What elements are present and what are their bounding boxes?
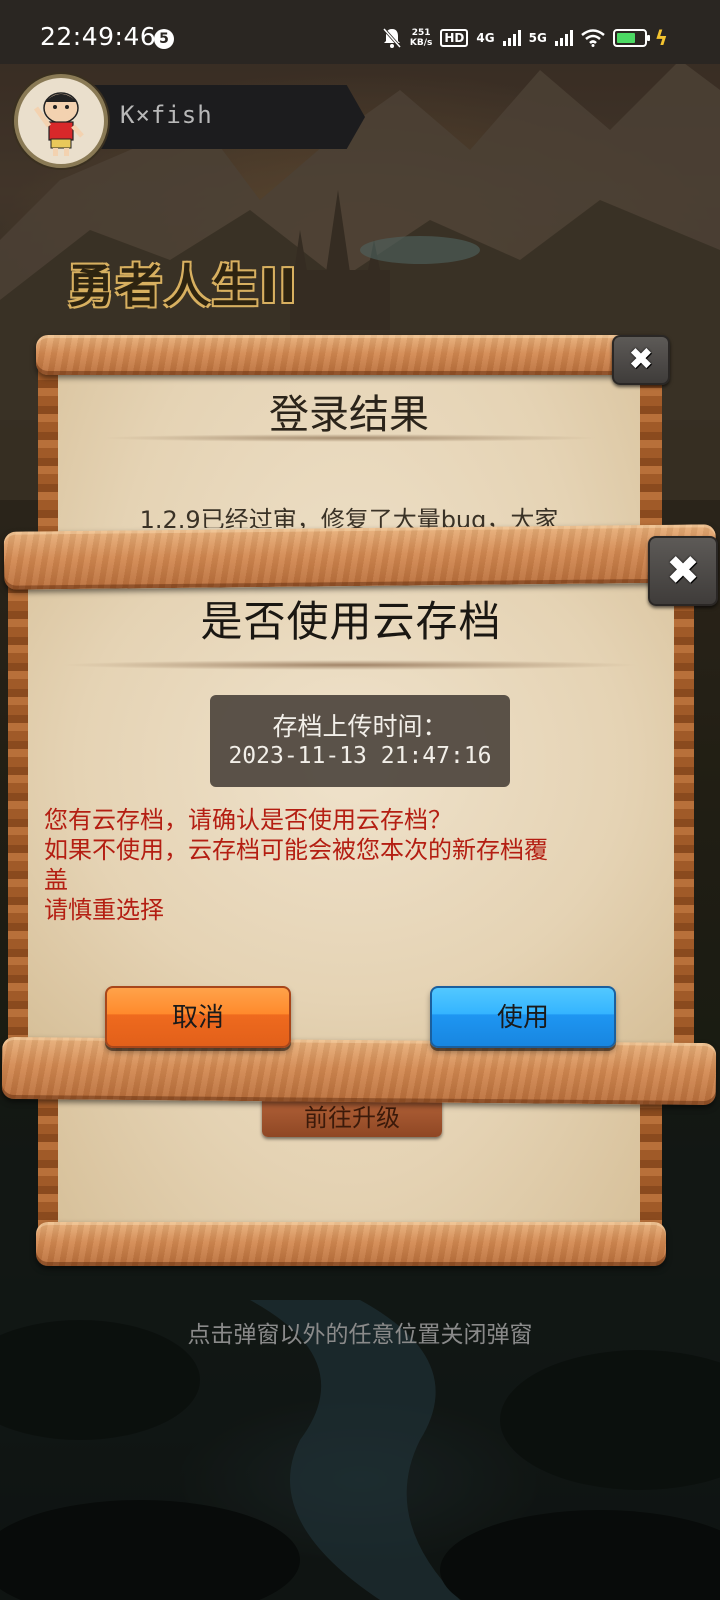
signal-4g-label: 4G	[476, 31, 495, 45]
cartoon-character-avatar-icon	[33, 92, 84, 156]
player-avatar[interactable]	[14, 74, 108, 168]
battery-icon	[612, 29, 650, 47]
login-dialog-title: 登录结果	[269, 392, 429, 438]
network-speed: 251 KB/s	[410, 28, 432, 48]
warning-line: 您有云存档，请确认是否使用云存档？	[44, 806, 452, 834]
wifi-icon	[581, 29, 605, 47]
status-icons: 251 KB/s HD 4G 5G ϟ	[382, 24, 668, 52]
warning-line: 请慎重选择	[44, 896, 164, 924]
network-speed-unit: KB/s	[409, 38, 433, 48]
save-time-label: 存档上传时间：	[272, 712, 448, 741]
signal-5g-label: 5G	[528, 31, 547, 45]
cloud-dialog-title: 是否使用云存档	[200, 597, 502, 646]
game-title: 勇者人生II	[68, 259, 299, 313]
cancel-button[interactable]: 取消	[105, 986, 291, 1048]
charging-bolt-icon: ϟ	[654, 26, 668, 50]
player-name: K×fish	[120, 101, 213, 129]
network-speed-value: 251	[411, 28, 431, 38]
login-dialog-top-roll	[36, 335, 666, 375]
cloud-dialog-right-frame	[672, 575, 694, 1045]
signal-5g-icon	[554, 30, 573, 46]
cloud-dialog-close-button[interactable]: ✖	[648, 536, 718, 606]
warning-line: 如果不使用，云存档可能会被您本次的新存档覆	[44, 836, 548, 864]
login-dialog-bottom-roll	[36, 1222, 666, 1266]
login-dialog-divider	[100, 434, 600, 442]
notification-count-badge: 5	[154, 29, 174, 49]
battery-level-fill	[616, 33, 635, 43]
cloud-dialog-left-frame	[8, 575, 30, 1045]
close-x-icon: ✖	[628, 342, 654, 377]
cloud-dialog-divider	[60, 660, 640, 670]
signal-4g-icon	[502, 30, 521, 46]
status-bar: 22:49:46 5 251 KB/s HD 4G 5G ϟ	[0, 0, 720, 64]
login-dialog-message: 1.2.9已经过审，修复了大量bug，大家	[139, 506, 559, 528]
warning-line: 盖	[44, 866, 68, 894]
save-time-box: 存档上传时间： 2023-11-13 21:47:16	[210, 695, 510, 787]
mute-bell-icon	[382, 28, 402, 48]
cloud-warning-text: 您有云存档，请确认是否使用云存档？ 如果不使用，云存档可能会被您本次的新存档覆 …	[44, 805, 664, 925]
close-x-icon: ✖	[666, 548, 700, 594]
hd-icon: HD	[440, 29, 469, 47]
save-time-value: 2023-11-13 21:47:16	[228, 743, 492, 769]
close-popup-hint: 点击弹窗以外的任意位置关闭弹窗	[187, 1322, 533, 1348]
login-dialog-close-button[interactable]: ✖	[612, 335, 670, 385]
status-time: 22:49:46	[40, 22, 157, 51]
use-cloud-save-button[interactable]: 使用	[430, 986, 616, 1048]
cloud-dialog-top-roll	[3, 524, 717, 590]
